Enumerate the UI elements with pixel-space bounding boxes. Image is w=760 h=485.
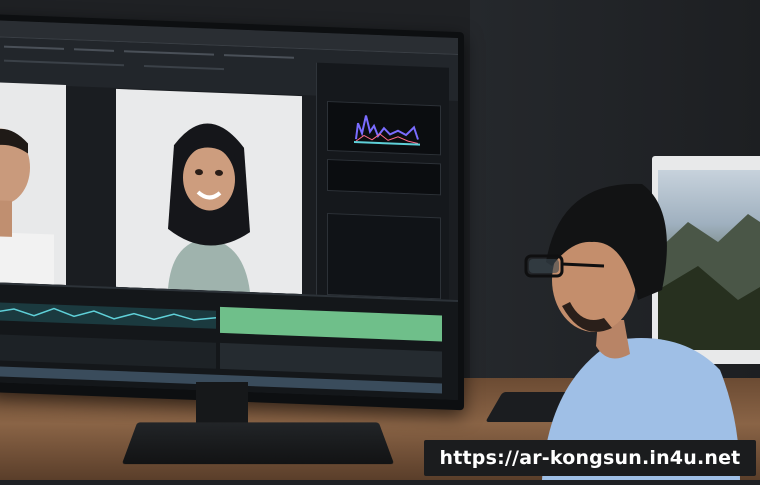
empty-track-2 [220, 342, 442, 378]
empty-track-1 [0, 334, 216, 369]
person-thumbnail-main [168, 123, 250, 293]
watermark-banner: https://ar-kongsun.in4u.net [424, 440, 756, 476]
person-thumbnail-left [0, 128, 54, 295]
inspector-box [327, 213, 441, 300]
audio-track [0, 302, 217, 329]
man-at-desk [512, 170, 742, 480]
video-editor-screen [0, 20, 458, 401]
waveform-scope [327, 101, 441, 156]
scopes-panel [316, 62, 449, 300]
preview-main [116, 88, 302, 295]
preview-left [0, 82, 66, 295]
scope-controls [327, 159, 441, 196]
watermark-url: https://ar-kongsun.in4u.net [439, 447, 741, 469]
video-clip-track [220, 306, 442, 342]
main-monitor [0, 14, 464, 411]
monitor-stand-base [121, 422, 395, 465]
scene: https://ar-kongsun.in4u.net [0, 0, 760, 480]
